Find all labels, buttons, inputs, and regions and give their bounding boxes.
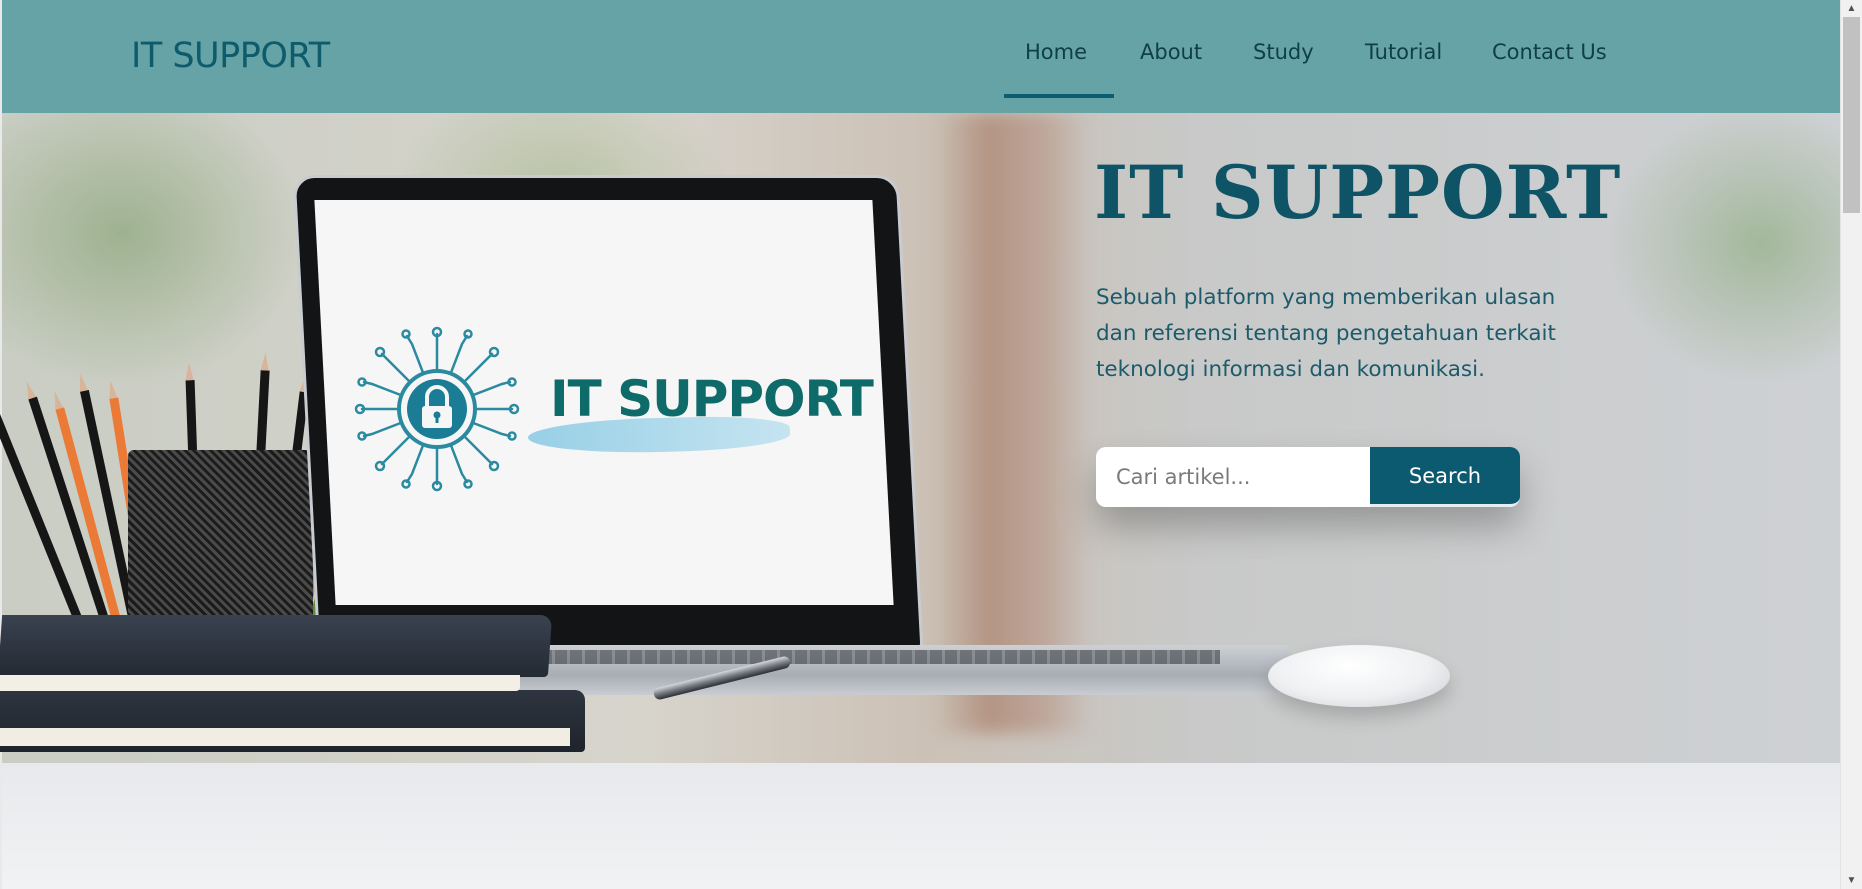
brand-logo-text[interactable]: IT SUPPORT [131, 36, 330, 76]
lock-circuit-icon [354, 326, 520, 492]
nav-tutorial[interactable]: Tutorial [1365, 40, 1442, 64]
nav-home[interactable]: Home [1025, 40, 1087, 64]
nav-study[interactable]: Study [1253, 40, 1314, 64]
notebook-top-pages [0, 675, 520, 691]
computer-mouse [1268, 645, 1450, 707]
search-button[interactable]: Search [1370, 447, 1520, 507]
notebook-bottom-pages [0, 728, 570, 746]
notebook-top [0, 615, 553, 677]
laptop-keyboard [540, 650, 1220, 664]
desk-surface [2, 763, 1840, 889]
search-input[interactable] [1096, 447, 1370, 507]
scrollbar-thumb[interactable] [1843, 17, 1860, 213]
scroll-up-arrow-icon[interactable]: ▲ [1841, 0, 1862, 17]
active-nav-indicator [1004, 94, 1114, 98]
navbar: IT SUPPORT Home About Study Tutorial Con… [2, 0, 1840, 113]
vertical-scrollbar[interactable]: ▲ ▼ [1840, 0, 1862, 889]
laptop-logo-text: IT SUPPORT [550, 370, 874, 428]
search-form: Search [1096, 447, 1520, 507]
background-pillar [932, 113, 1092, 733]
page: IT SUPPORT IT SUPPORT Sebuah platform ya… [0, 0, 1862, 889]
hero-title: IT SUPPORT [1094, 150, 1622, 236]
hero-description: Sebuah platform yang memberikan ulasan d… [1096, 285, 1556, 382]
scroll-down-arrow-icon[interactable]: ▼ [1841, 872, 1862, 889]
nav-contact-us[interactable]: Contact Us [1492, 40, 1607, 64]
nav-about[interactable]: About [1140, 40, 1202, 64]
